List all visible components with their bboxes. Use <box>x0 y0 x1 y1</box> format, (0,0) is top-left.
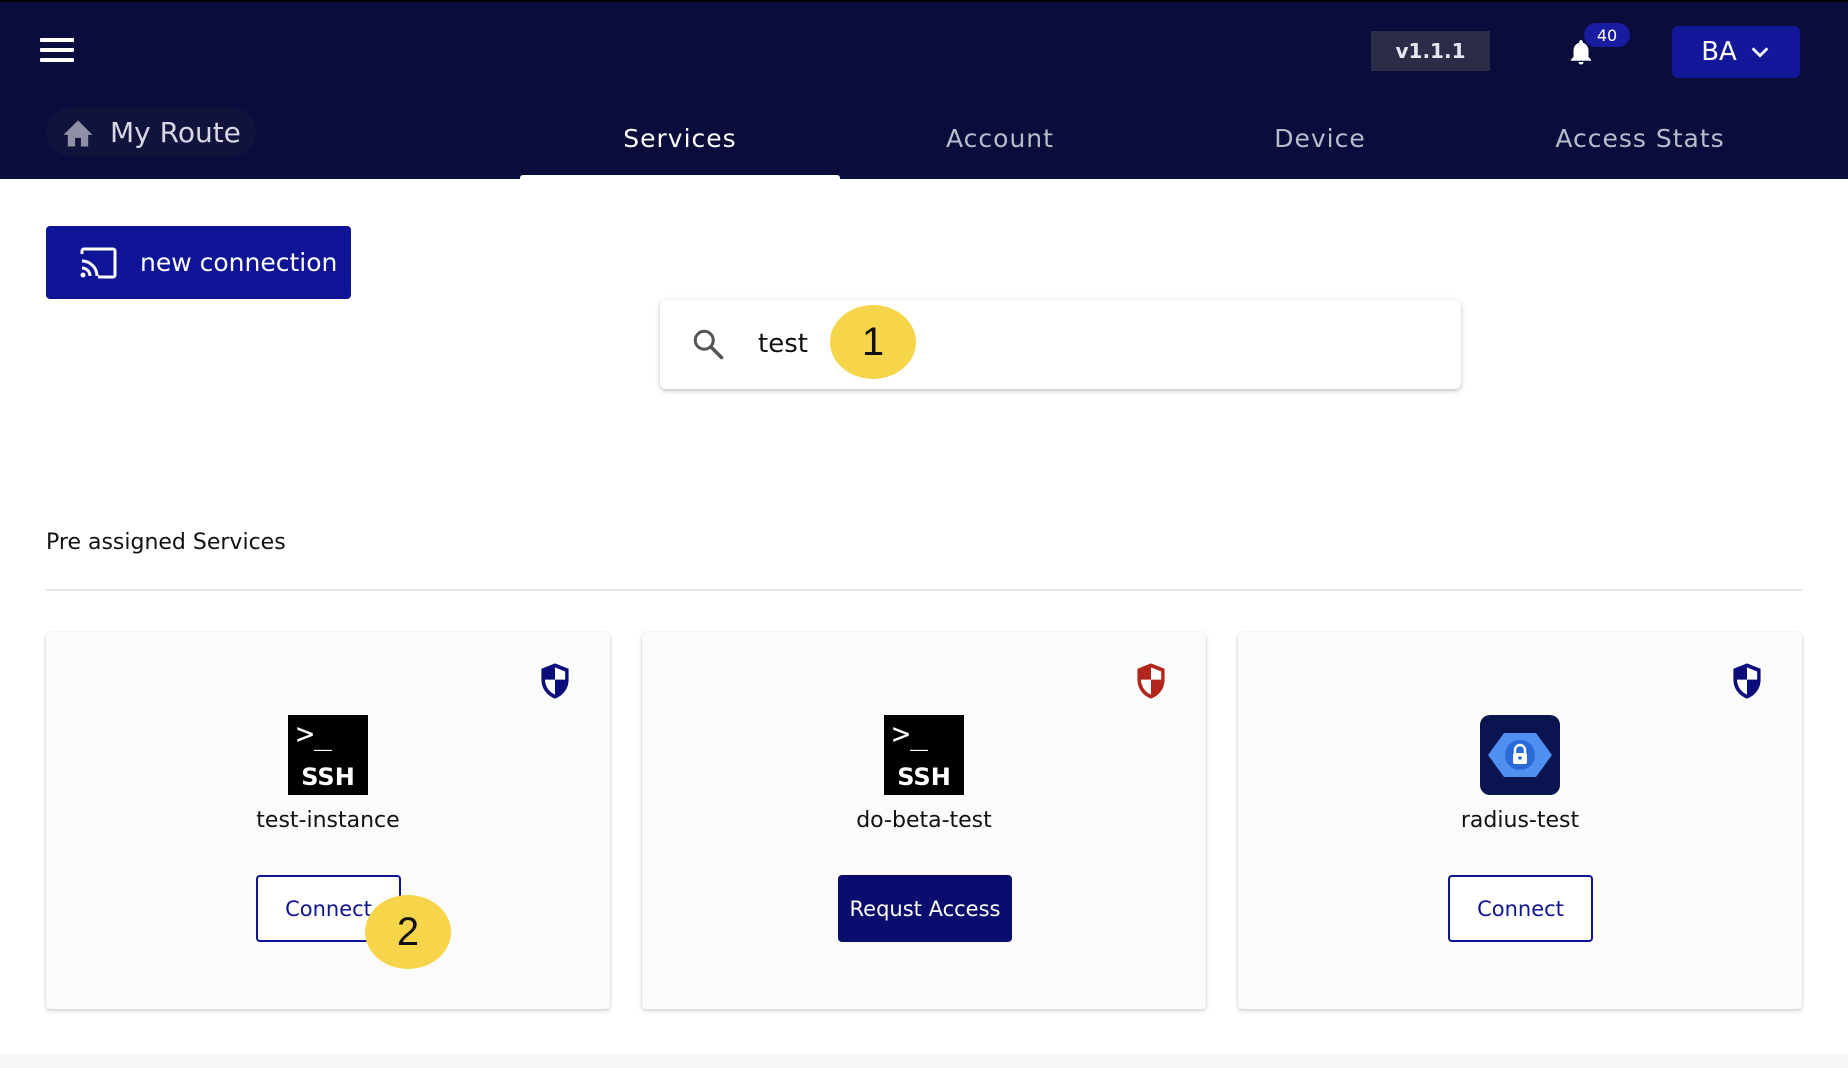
tab-device[interactable]: Device <box>1160 108 1480 181</box>
shield-icon <box>1733 663 1761 699</box>
ssh-icon: >_ SSH <box>884 715 964 795</box>
step-marker-2: 2 <box>365 895 451 969</box>
user-initials: BA <box>1701 37 1737 67</box>
tab-account[interactable]: Account <box>840 108 1160 181</box>
version-badge: v1.1.1 <box>1371 31 1490 71</box>
hamburger-menu-icon[interactable] <box>40 38 74 66</box>
connect-button[interactable]: Connect <box>1448 875 1593 942</box>
service-card-test-instance: >_ SSH test-instance Connect <box>46 632 610 1009</box>
search-bar <box>660 300 1461 389</box>
step-marker-1: 1 <box>830 305 916 379</box>
service-card-do-beta-test: >_ SSH do-beta-test Requst Access <box>642 632 1206 1009</box>
new-connection-label: new connection <box>140 248 338 277</box>
user-menu-button[interactable]: BA <box>1672 26 1800 78</box>
active-tab-indicator <box>520 175 840 181</box>
home-brand-button[interactable]: My Route <box>46 108 256 156</box>
top-app-bar: v1.1.1 40 BA My Route Services Account D… <box>0 0 1848 181</box>
search-icon <box>693 329 724 360</box>
service-name: do-beta-test <box>856 808 992 833</box>
home-icon <box>63 120 93 147</box>
main-tabs: Services Account Device Access Stats <box>520 108 1848 181</box>
service-card-radius-test: radius-test Connect <box>1238 632 1802 1009</box>
ssh-icon: >_ SSH <box>288 715 368 795</box>
tab-access-stats[interactable]: Access Stats <box>1480 108 1800 181</box>
new-connection-button[interactable]: new connection <box>46 226 351 299</box>
shield-alert-icon <box>1137 663 1165 699</box>
section-divider <box>46 589 1802 591</box>
cast-icon <box>80 247 117 278</box>
tab-services[interactable]: Services <box>520 108 840 181</box>
service-name: test-instance <box>256 808 400 833</box>
request-access-button[interactable]: Requst Access <box>838 875 1012 942</box>
brand-label: My Route <box>110 115 241 149</box>
footer-strip <box>0 1054 1848 1068</box>
section-title: Pre assigned Services <box>46 530 286 555</box>
service-name: radius-test <box>1460 808 1580 833</box>
chevron-down-icon <box>1751 47 1769 58</box>
shield-icon <box>541 663 569 699</box>
radius-lock-icon <box>1480 715 1560 795</box>
notification-count-badge: 40 <box>1584 23 1630 47</box>
